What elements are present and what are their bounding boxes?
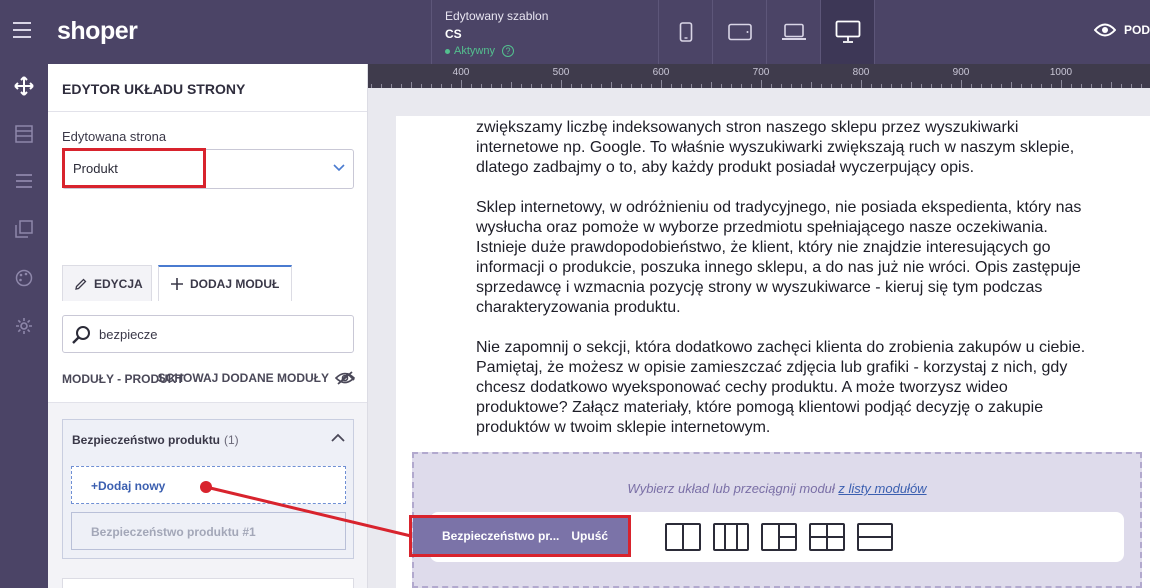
annotation-arrow bbox=[200, 481, 412, 538]
